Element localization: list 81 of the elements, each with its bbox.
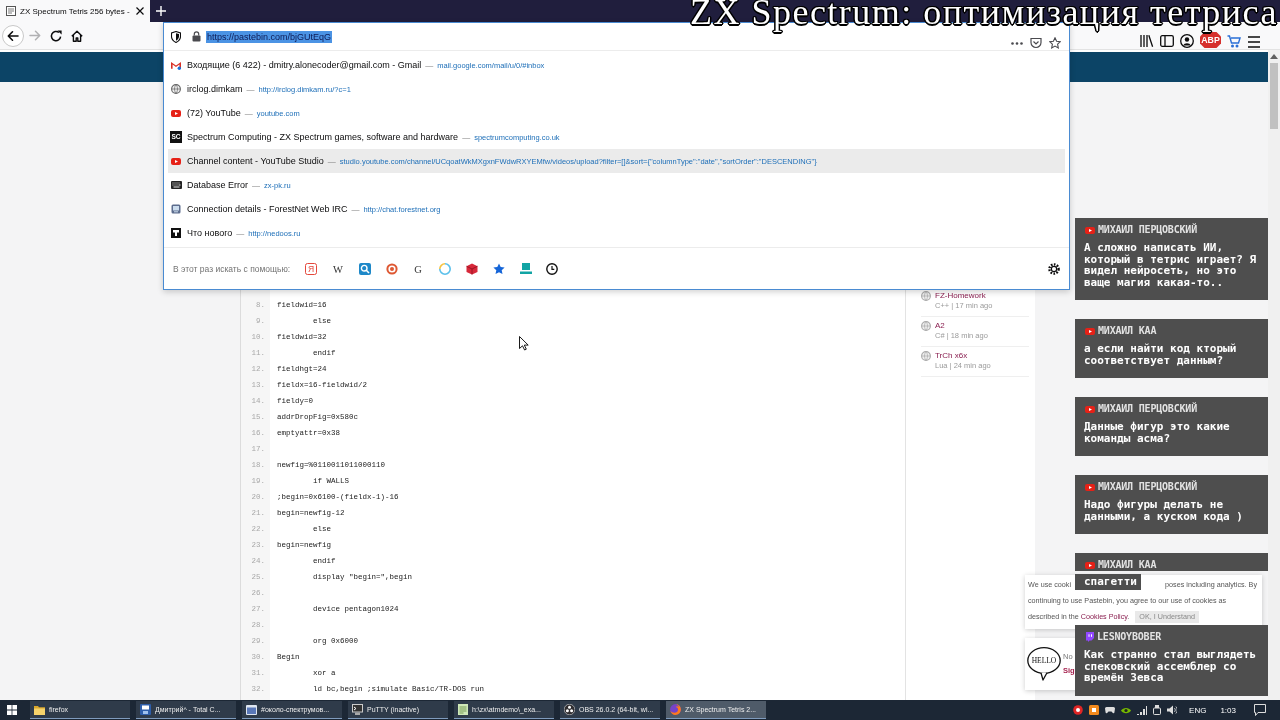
books-icon[interactable] — [1140, 34, 1154, 48]
cube-icon[interactable] — [466, 262, 478, 275]
chat-author: МИХАИЛ ПЕРЦОВСКИЙ — [1098, 481, 1197, 493]
reload-icon[interactable] — [50, 29, 62, 42]
notepad-icon — [458, 704, 468, 715]
keyboard-icon — [170, 181, 182, 189]
globe-icon — [171, 84, 181, 94]
caret-up-icon[interactable] — [1270, 54, 1278, 59]
menu-icon[interactable] — [1247, 36, 1261, 48]
lock-icon[interactable] — [192, 31, 201, 42]
speech-tile-icon — [1085, 632, 1094, 642]
browser-tab[interactable]: ZX Spectrum Tetris 256 bytes - — [0, 0, 150, 22]
monitor-icon — [171, 204, 181, 214]
laptop-icon[interactable] — [519, 263, 532, 274]
three-circles-icon — [564, 704, 575, 715]
chat-author: МИХАИЛ ПЕРЦОВСКИЙ — [1098, 224, 1197, 236]
letter-icon[interactable]: W — [332, 262, 344, 275]
chat-author: LESNOYBOBER — [1097, 631, 1162, 643]
user-icon[interactable] — [1180, 34, 1194, 48]
language-indicator[interactable]: ENG — [1189, 705, 1207, 715]
flame-globe-icon — [670, 704, 681, 715]
play-button-icon — [1085, 483, 1095, 491]
chat-author: МИХАИЛ ПЕРЦОВСКИЙ — [1098, 403, 1197, 415]
chat-text: Как странно стал выглядеть спековский ассемблер со времён Зевса — [1075, 643, 1268, 696]
eye-icon[interactable] — [1121, 706, 1132, 714]
play-button-icon — [1085, 561, 1095, 569]
target-icon[interactable] — [385, 262, 398, 275]
arrow-left-icon[interactable] — [2, 24, 24, 47]
mouse-pointer-icon — [519, 336, 529, 351]
play-button-icon — [1085, 327, 1095, 335]
settings-icon[interactable] — [1048, 262, 1060, 275]
paste-link[interactable]: FZ-Homework — [935, 291, 1029, 301]
globe-icon — [921, 351, 931, 361]
clock-time[interactable]: 1:03 — [1220, 705, 1236, 715]
record-icon[interactable] — [1073, 705, 1084, 715]
scrollbar-thumb[interactable] — [1270, 63, 1278, 129]
play-button-icon — [171, 109, 181, 117]
chat-author: МИХАИЛ КАА — [1098, 559, 1157, 571]
chat-text: Надо фигуры делать не данными, а куском кода ) — [1075, 493, 1268, 534]
dots-icon[interactable] — [1011, 41, 1023, 45]
paste-link[interactable]: A2 — [935, 321, 1029, 331]
play-button-icon — [1085, 226, 1095, 234]
notification-icon[interactable] — [1254, 704, 1266, 716]
play-button-icon — [1085, 405, 1095, 413]
speaker-icon[interactable] — [1167, 705, 1178, 715]
star-icon[interactable] — [1049, 37, 1061, 49]
folder-icon — [34, 704, 45, 715]
window-icon — [246, 704, 257, 715]
terminal-icon — [352, 704, 363, 715]
chat-text: Данные фигур это какие команды асма? — [1075, 415, 1268, 456]
plus-icon[interactable] — [156, 6, 166, 16]
gamepad-icon[interactable] — [1105, 706, 1116, 714]
address-field[interactable]: https://pastebin.com/bjGUtEqG — [206, 30, 333, 43]
cart-icon[interactable] — [1227, 34, 1241, 48]
tile-icon — [171, 228, 181, 238]
letter-tile-icon[interactable]: Я — [305, 262, 318, 275]
shield-icon[interactable] — [171, 30, 181, 43]
clock-icon[interactable] — [546, 262, 559, 275]
chat-text: спагетти — [1075, 574, 1141, 590]
sidebar-icon[interactable] — [1160, 34, 1174, 48]
pouch-icon[interactable] — [1030, 37, 1042, 49]
chat-author: МИХАИЛ КАА — [1098, 325, 1157, 337]
envelope-icon — [171, 60, 181, 70]
letter-icon[interactable]: G — [412, 262, 425, 275]
chat-text: а если найти код кторый соответствует данным? — [1075, 337, 1268, 378]
home-icon[interactable] — [71, 29, 83, 42]
play-button-icon — [171, 157, 181, 165]
globe-icon — [921, 291, 931, 301]
floppy-icon — [140, 704, 151, 715]
four-panes-icon[interactable] — [7, 705, 17, 715]
search-icon[interactable] — [358, 262, 371, 275]
document-icon — [6, 6, 16, 16]
star-icon[interactable] — [492, 262, 505, 275]
signal-bars-icon[interactable] — [1137, 705, 1148, 715]
globe-icon — [921, 321, 931, 331]
paste-link[interactable]: TrCh x6x — [935, 351, 1029, 361]
search-with-label: В этот раз искать с помощью: — [173, 263, 291, 274]
usb-drive-icon[interactable] — [1153, 705, 1162, 715]
app-tile-icon[interactable] — [1089, 705, 1100, 715]
chat-text: А сложно написать ИИ, который в тетрис играет? Я видел нейросеть, но это ваще магия какая-то.. — [1075, 236, 1268, 300]
close-icon[interactable] — [136, 7, 144, 15]
